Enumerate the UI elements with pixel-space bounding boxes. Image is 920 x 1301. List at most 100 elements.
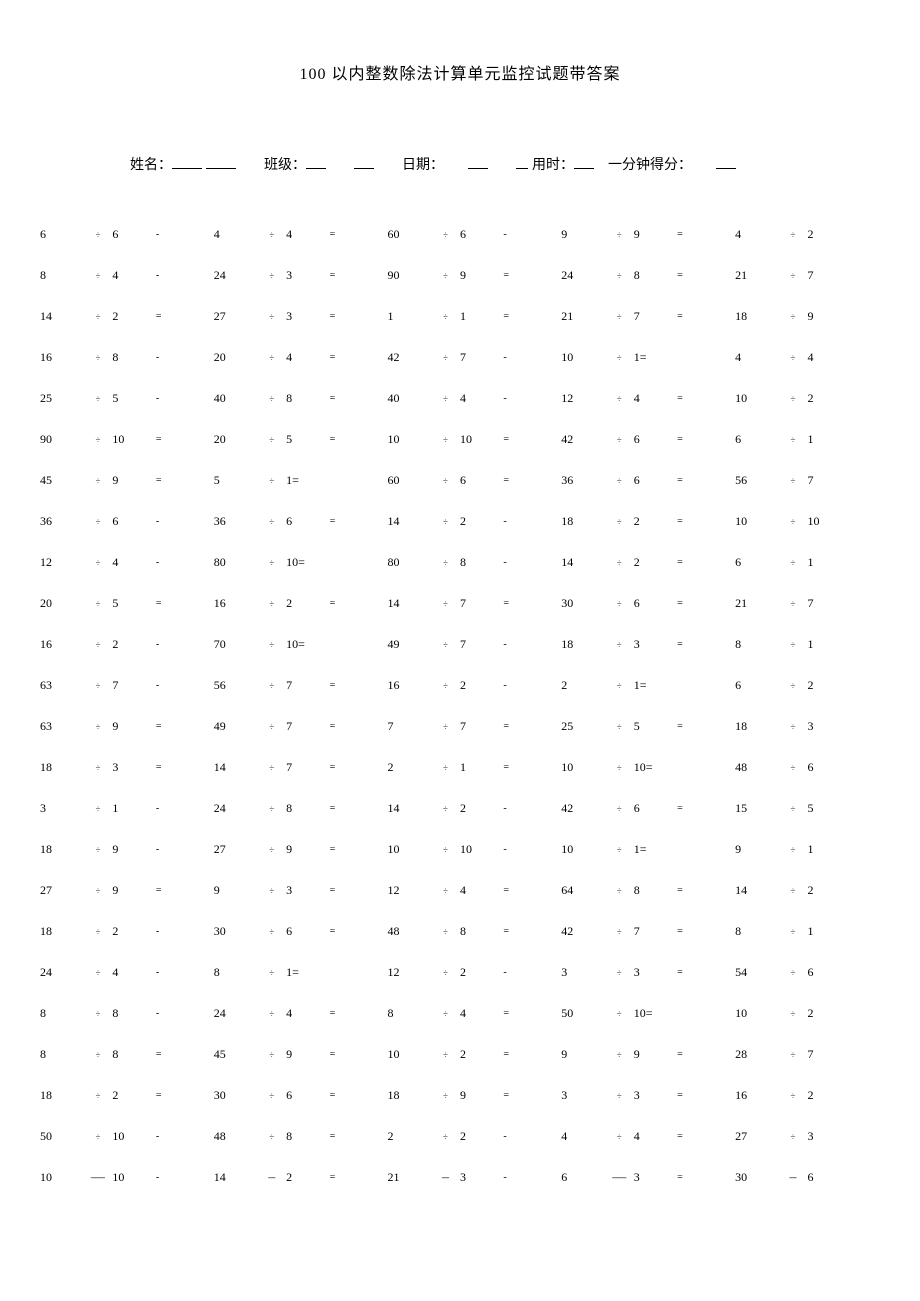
operator: ÷ [431,870,460,911]
equals: = [330,747,359,788]
operand-b: 6 [460,460,503,501]
operand-b: 7 [286,706,329,747]
operand-b: 7 [112,665,155,706]
operand-b: 2 [460,952,503,993]
equals [851,624,880,665]
operator: ÷ [605,542,634,583]
equals: - [503,788,532,829]
operand-a: 63 [40,706,83,747]
operator: ÷ [83,665,112,706]
equals: - [156,1116,185,1157]
operand-a: 6 [40,214,83,255]
class-blank-2[interactable] [354,154,374,169]
equals [851,665,880,706]
operand-b: 3 [634,952,677,993]
operand-a: 21 [735,583,778,624]
spacer [185,870,214,911]
date-blank[interactable] [468,154,488,169]
operand-a: 14 [388,583,431,624]
equals: = [330,788,359,829]
operand-a: 16 [388,665,431,706]
operator: ÷ [605,911,634,952]
spacer [359,952,388,993]
operand-b: 1 [807,624,850,665]
spacer [185,706,214,747]
operand-b: 4 [807,337,850,378]
operand-b: 2 [807,378,850,419]
operand-b: 4 [286,993,329,1034]
operator: ÷ [257,706,286,747]
operator: ÷ [605,1116,634,1157]
operand-b: 4 [460,870,503,911]
operand-a: 42 [388,337,431,378]
equals [851,747,880,788]
operand-a: 24 [214,788,257,829]
operand-b: 2 [460,788,503,829]
operator: ÷ [257,624,286,665]
equals [851,583,880,624]
operand-b: 2 [634,542,677,583]
operator: ÷ [431,829,460,870]
time-blank[interactable] [574,154,594,169]
equals: = [677,788,706,829]
equals [677,337,706,378]
operator: ÷ [83,542,112,583]
operator: ÷ [83,624,112,665]
operand-b: 1 [112,788,155,829]
equals: = [156,870,185,911]
class-blank[interactable] [306,154,326,169]
operator: ÷ [257,1116,286,1157]
time-prefix-blank[interactable] [516,154,528,169]
equals: - [156,788,185,829]
operand-a: 3 [40,788,83,829]
operand-a: 18 [735,296,778,337]
operand-a: 20 [214,337,257,378]
operand-a: 10 [561,337,604,378]
equals: = [156,296,185,337]
operand-b: 2 [112,911,155,952]
operand-b: 9 [634,1034,677,1075]
score-blank[interactable] [716,154,736,169]
operand-b: 9 [286,1034,329,1075]
spacer [532,829,561,870]
equals: = [677,583,706,624]
operator: ÷ [605,952,634,993]
spacer [359,214,388,255]
name-blank[interactable] [172,154,202,169]
spacer [185,542,214,583]
date-label: 日期： [402,154,444,174]
equals [851,1075,880,1116]
operand-a: 4 [735,214,778,255]
operator: ÷ [257,337,286,378]
operator: ÷ [431,624,460,665]
equals: - [156,665,185,706]
spacer [359,1116,388,1157]
operand-b: 10 [807,501,850,542]
spacer [359,255,388,296]
equals: - [156,993,185,1034]
operand-b: 4 [634,378,677,419]
operator: ÷ [257,952,286,993]
name-label: 姓名： [130,154,172,174]
operand-a: 24 [214,993,257,1034]
equals [677,665,706,706]
spacer [532,337,561,378]
operand-b: 6 [807,747,850,788]
name-blank-2[interactable] [206,154,236,169]
equals: = [330,214,359,255]
operand-a: 6 [561,1157,604,1198]
operand-a: 9 [561,1034,604,1075]
operand-a: 7 [388,706,431,747]
operand-a: 25 [40,378,83,419]
operand-b: 8 [286,1116,329,1157]
operand-a: 10 [388,829,431,870]
operator: ÷ [779,583,808,624]
table-row: 25÷5-40÷8=40÷4-12÷4=10÷2 [40,378,880,419]
operand-a: 4 [214,214,257,255]
equals: - [156,501,185,542]
operand-a: 21 [561,296,604,337]
operand-a: 12 [388,870,431,911]
operator: ÷ [83,1075,112,1116]
spacer [359,1075,388,1116]
operator: ÷ [431,296,460,337]
